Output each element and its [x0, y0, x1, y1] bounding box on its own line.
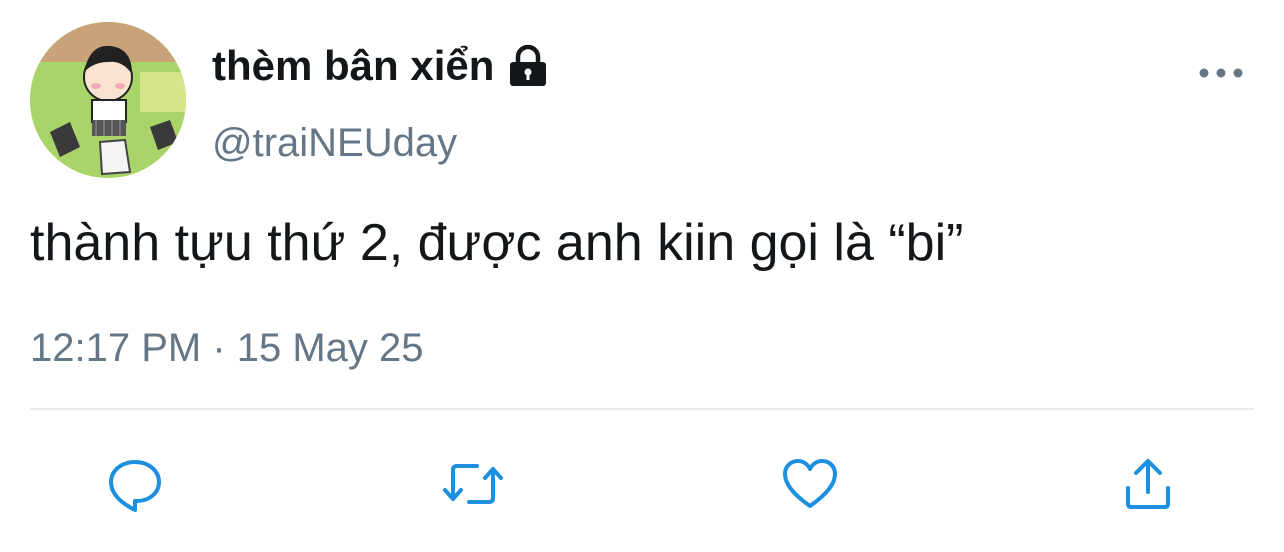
share-icon — [1126, 459, 1170, 509]
user-handle[interactable]: @traiNEUday — [212, 118, 457, 168]
retweet-icon — [443, 464, 503, 504]
heart-icon — [783, 459, 837, 508]
reply-icon — [109, 460, 161, 512]
lock-icon — [506, 44, 550, 88]
retweet-button[interactable] — [441, 452, 505, 516]
reply-button[interactable] — [103, 452, 167, 516]
display-name[interactable]: thèm bân xiển — [212, 40, 550, 92]
more-options-button[interactable] — [1196, 58, 1246, 88]
like-button[interactable] — [778, 452, 842, 516]
more-dots-icon — [1199, 68, 1243, 78]
share-button[interactable] — [1116, 452, 1180, 516]
tweet-text: thành tựu thứ 2, được anh kiin gọi là “b… — [30, 214, 964, 272]
display-name-text: thèm bân xiển — [212, 42, 495, 89]
tweet-timestamp[interactable]: 12:17 PM · 15 May 25 — [30, 322, 424, 374]
divider — [30, 408, 1254, 410]
avatar[interactable] — [30, 22, 186, 178]
avatar-image — [30, 22, 186, 178]
